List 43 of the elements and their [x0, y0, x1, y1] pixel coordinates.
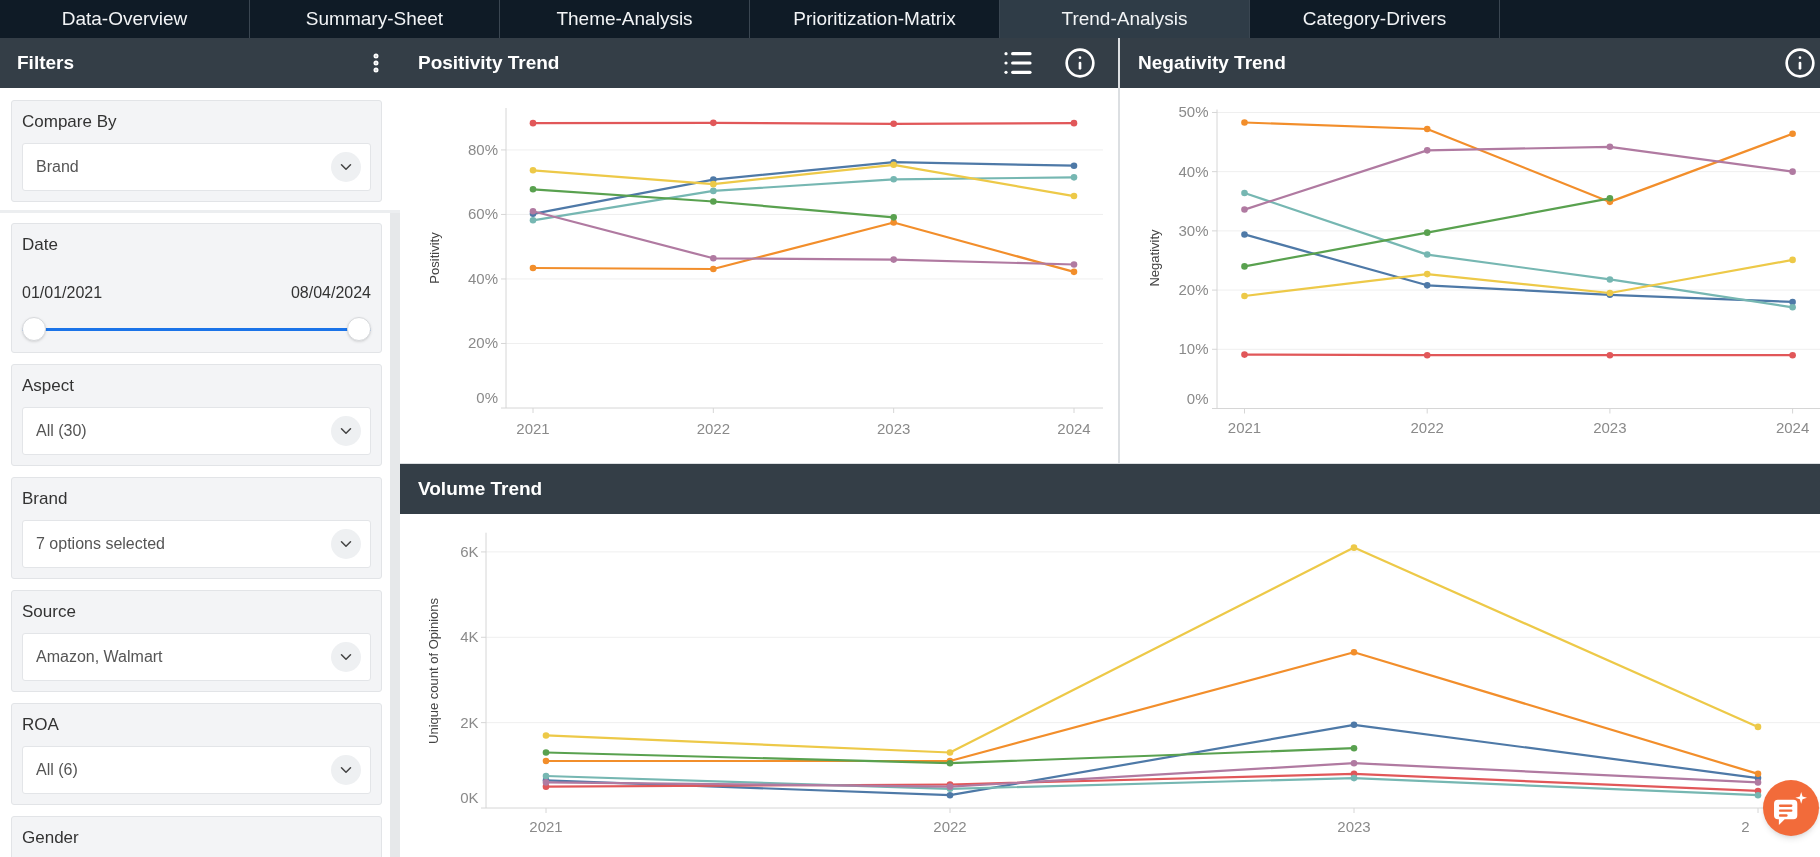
panel-title: Negativity Trend: [1138, 50, 1286, 75]
x-tick-label: 2021: [529, 818, 563, 835]
y-axis-title: Unique count of Opinions: [426, 598, 441, 744]
y-tick-label: 0%: [476, 389, 498, 406]
y-axis-title: Negativity: [1147, 229, 1162, 287]
y-tick-label: 2K: [460, 713, 479, 731]
filter-label: Source: [22, 601, 77, 623]
y-tick-label: 50%: [1178, 103, 1209, 121]
x-tick-label: 2: [1741, 818, 1750, 835]
x-tick-label: 2023: [1337, 818, 1371, 835]
x-tick-label: 2022: [933, 818, 967, 835]
start-date: 01/01/2021: [22, 283, 103, 303]
y-tick-label: 40%: [467, 269, 498, 287]
y-tick-label: 6K: [460, 542, 479, 560]
filter-label: Brand: [22, 488, 69, 510]
filter-label: Date: [22, 234, 59, 256]
y-tick-label: 0%: [1186, 389, 1209, 407]
x-tick-label: 2024: [1057, 420, 1091, 437]
y-tick-label: 4K: [460, 628, 479, 646]
x-tick-label: 2021: [516, 420, 550, 437]
y-tick-label: 60%: [467, 205, 498, 223]
filter-label: ROA: [22, 714, 60, 736]
x-tick-label: 2022: [696, 420, 730, 437]
x-tick-label: 2021: [1227, 419, 1262, 436]
sidebar-title: Filters: [17, 50, 75, 75]
panel-title: Positivity Trend: [418, 50, 560, 75]
x-tick-label: 2022: [1410, 419, 1444, 436]
x-tick-label: 2023: [1593, 419, 1627, 436]
y-tick-label: 80%: [467, 140, 498, 158]
y-tick-label: 30%: [1178, 221, 1209, 239]
x-tick-label: 2024: [1775, 419, 1810, 436]
y-tick-label: 20%: [1178, 281, 1209, 299]
filter-label: Aspect: [22, 375, 75, 397]
x-tick-label: 2023: [876, 420, 911, 437]
y-tick-label: 40%: [1178, 162, 1209, 180]
filter-label: Compare By: [22, 111, 118, 133]
panel-title: Volume Trend: [418, 476, 543, 501]
y-axis-title: Positivity: [427, 232, 442, 284]
y-tick-label: 20%: [467, 334, 498, 352]
y-tick-label: 10%: [1178, 340, 1209, 358]
filter-label: Gender: [22, 827, 80, 849]
y-tick-label: 0K: [460, 789, 479, 806]
end-date: 08/04/2024: [290, 283, 371, 303]
